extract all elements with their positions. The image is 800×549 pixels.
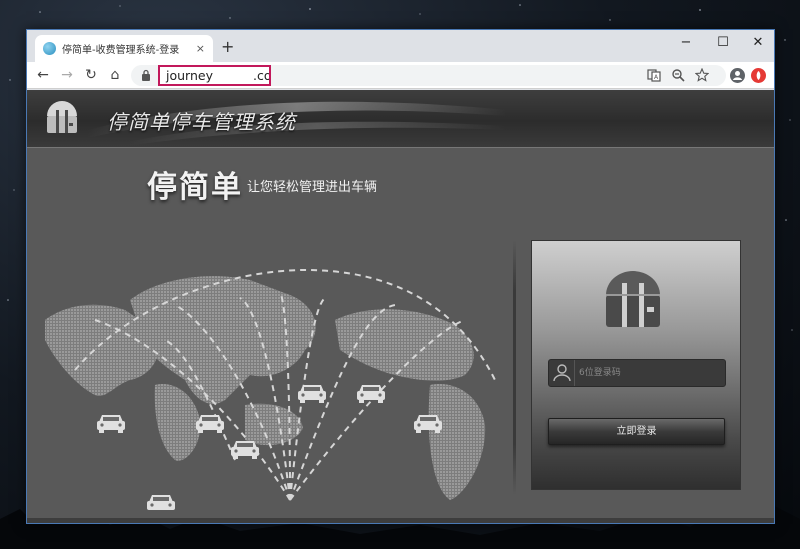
car-icon [196, 415, 224, 433]
url-end: .co [252, 68, 271, 83]
tab-title: 停简单-收费管理系统-登录 [62, 45, 180, 56]
close-window-button[interactable]: ✕ [743, 33, 773, 53]
lock-icon [142, 69, 150, 81]
car-icon [298, 385, 326, 403]
browser-toolbar: ← → ↻ ⌂ journey .co A [27, 62, 774, 89]
reload-button[interactable]: ↻ [81, 65, 101, 85]
extension-icon[interactable] [750, 67, 767, 84]
page-content: 停简单停车管理系统 停简单 让您轻松管理进出车辆 6位登录码 立即登录 [27, 90, 774, 523]
car-icon [357, 385, 385, 403]
address-bar[interactable]: journey .co A [131, 65, 726, 86]
user-icon-box [549, 360, 575, 386]
panel-divider [513, 240, 516, 495]
forward-button[interactable]: → [57, 65, 77, 85]
car-icon [97, 415, 125, 433]
translate-icon[interactable]: A [646, 68, 662, 84]
page-bottom-strip [27, 518, 774, 523]
login-panel: 立即登录 [531, 240, 741, 490]
active-tab[interactable]: 停简单-收费管理系统-登录 × [35, 35, 213, 62]
parking-logo-icon [606, 271, 660, 327]
profile-icon[interactable] [729, 67, 746, 84]
zoom-icon[interactable] [670, 68, 686, 84]
user-icon [553, 364, 571, 382]
maximize-button[interactable]: ☐ [708, 33, 738, 53]
login-button[interactable]: 立即登录 [548, 418, 725, 445]
minimize-button[interactable]: − [671, 33, 701, 53]
car-icon [231, 441, 259, 459]
brand-slogan: 让您轻松管理进出车辆 [247, 180, 378, 195]
bookmark-star-icon[interactable] [694, 67, 710, 84]
browser-window: 停简单-收费管理系统-登录 × + − ☐ ✕ ← → ↻ ⌂ journey.… [26, 29, 775, 524]
username-field[interactable] [548, 359, 726, 387]
tab-close-button[interactable]: × [196, 42, 205, 55]
url-redaction [212, 69, 253, 84]
url-text[interactable]: journey .co [158, 65, 271, 86]
url-start: journey [166, 68, 213, 83]
system-title: 停简单停车管理系统 [107, 110, 296, 134]
back-button[interactable]: ← [33, 65, 53, 85]
car-icon [414, 415, 442, 433]
new-tab-button[interactable]: + [221, 37, 234, 56]
username-input[interactable] [579, 364, 719, 382]
car-icon [147, 495, 175, 510]
site-header: 停简单停车管理系统 [27, 90, 774, 148]
home-button[interactable]: ⌂ [105, 65, 125, 85]
tab-bar: 停简单-收费管理系统-登录 × + − ☐ ✕ [27, 30, 774, 62]
world-map-illustration [45, 268, 496, 510]
favicon-icon [43, 42, 56, 55]
parking-logo-icon [47, 101, 77, 133]
brand-name: 停简单 [147, 170, 243, 205]
